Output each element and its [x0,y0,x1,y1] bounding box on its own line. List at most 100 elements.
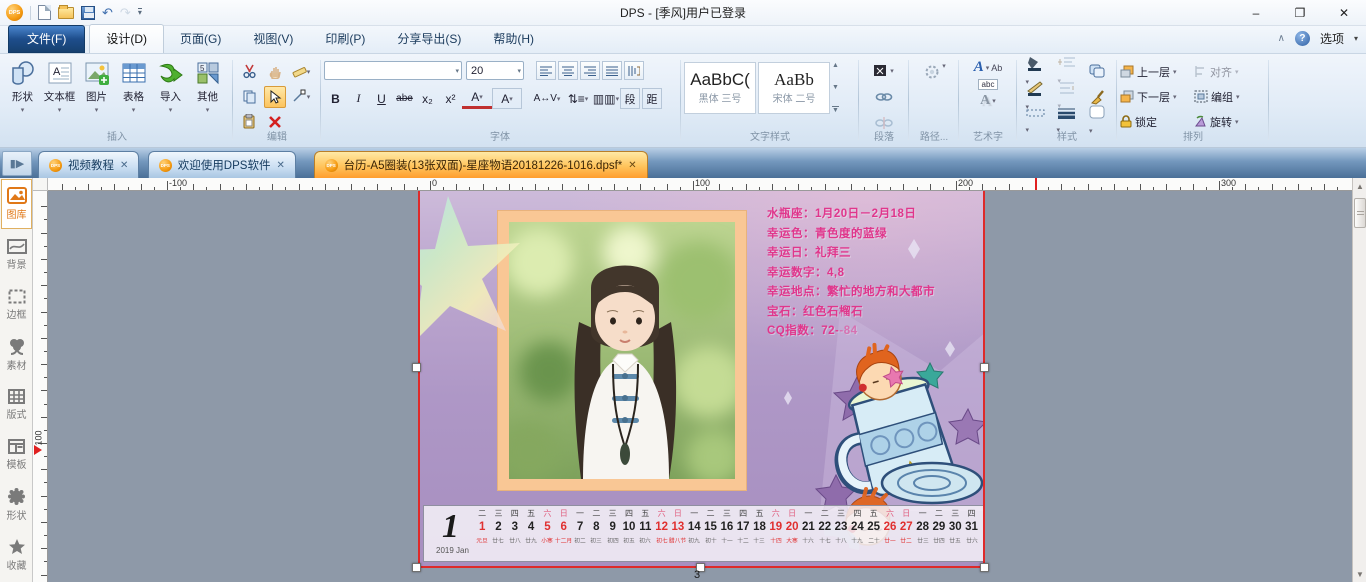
yellow-star [896,460,930,495]
font-name-combo[interactable]: ▾ [324,61,462,80]
styles-more-icon[interactable]: ▼ [832,106,839,114]
pan-hand-icon[interactable] [264,61,286,83]
maximize-button[interactable]: ❐ [1278,0,1322,26]
menu-tab-设计(D)[interactable]: 设计(D) [89,24,164,53]
format-painter-icon[interactable] [1090,89,1106,105]
selection-handle-left[interactable] [412,363,421,372]
calendar-strip[interactable]: 1 2019 Jan 二 1 元旦 三 2 廿七 四 3 廿八 五 4 廿九 六 5 小寒 日 6 十二月 一 7 初二… [423,505,983,562]
straight-text-icon[interactable]: abc [977,79,999,90]
sidebar-item-素材[interactable]: 素材 [0,330,33,380]
spacing-dialog-button[interactable]: 距 [642,88,662,109]
selection-handle-bottom-left[interactable] [412,563,421,572]
align-center-icon[interactable] [558,61,578,80]
close-button[interactable]: ✕ [1322,0,1366,26]
wordart-a-icon[interactable]: A [974,59,984,76]
scroll-down-icon[interactable]: ▼ [1354,567,1366,581]
text-wrap-icon[interactable]: ▾ [871,60,897,82]
measure-icon[interactable]: ▾ [290,61,312,83]
sidebar-item-背景[interactable]: 背景 [0,230,33,280]
girl-photo[interactable] [509,222,735,479]
doc-tab-active[interactable]: DPS 台历-A5圈装(13张双面)-星座物语20181226-1016.dpsf… [313,151,648,178]
align-left-icon[interactable] [536,61,556,80]
insert-表格-button[interactable]: 表格 ▾ [115,56,152,114]
menu-tab-帮助(H)[interactable]: 帮助(H) [477,25,550,53]
node-edit-icon[interactable]: ▾ [290,86,312,108]
bold-button[interactable]: B [324,88,347,109]
design-canvas[interactable]: 水瓶座：1月20日－2月18日 幸运色：青色度的蓝绿 幸运日：礼拜三 幸运数字：4,8… [48,191,1352,582]
text-style-card-2[interactable]: AaBb 宋体 二号 [758,62,830,114]
sidebar-item-版式[interactable]: 版式 [0,380,33,430]
collapse-ribbon-icon[interactable]: ∧ [1278,33,1285,44]
selection-handle-bottom-right[interactable] [980,563,989,572]
scrollbar-thumb[interactable] [1354,198,1366,228]
menu-tab-视图(V)[interactable]: 视图(V) [237,25,309,53]
menu-tab-页面(G)[interactable]: 页面(G) [164,25,237,53]
cut-icon[interactable] [238,61,260,83]
text-shadow-caret-icon[interactable]: ▾ [992,97,996,105]
menu-tab-文件(F)[interactable]: 文件(F) [8,25,86,53]
text-style-card-1[interactable]: AaBbC(黑体 三号 [684,62,756,114]
bring-forward-button[interactable]: 上一层 ▾ [1120,62,1194,82]
subscript-button[interactable]: x₂ [416,88,439,109]
insert-形状-button[interactable]: 形状 ▾ [4,56,41,114]
menu-tab-印刷(P)[interactable]: 印刷(P) [309,25,381,53]
char-scale-button[interactable]: A ▾ [492,88,522,109]
path-caret-icon[interactable]: ▾ [942,62,946,82]
underline-button[interactable]: U [370,88,393,109]
send-backward-button[interactable]: 下一层 ▾ [1120,87,1194,107]
doc-tab[interactable]: DPS 欢迎使用DPS软件 ✕ [147,151,296,178]
insert-文本框-button[interactable]: A 文本框 ▾ [41,56,78,114]
group-objects-button[interactable]: 编组 ▾ [1194,87,1264,107]
superscript-button[interactable]: x² [439,88,462,109]
doc-tab[interactable]: DPS 视频教程 ✕ [38,151,140,178]
align-right-icon[interactable] [580,61,600,80]
selection-handle-right[interactable] [980,363,989,372]
tab-close-icon[interactable]: ✕ [628,160,636,171]
wordart-caret-icon[interactable]: ▾ [986,64,990,72]
line-spacing-button[interactable]: ⇅≡ ▾ [564,88,592,109]
strikethrough-button[interactable]: abe [393,88,416,109]
calendar-page[interactable]: 水瓶座：1月20日－2月18日 幸运色：青色度的蓝绿 幸运日：礼拜三 幸运数字：4,8… [418,191,985,568]
select-cursor-icon[interactable] [264,85,286,108]
scroll-up-icon[interactable]: ▲ [1354,179,1366,193]
sidebar-item-边框[interactable]: 边框 [0,280,33,330]
sidebar-item-收藏[interactable]: 收藏 [0,530,33,580]
tab-close-icon[interactable]: ✕ [120,160,128,171]
menu-tab-分享导出(S)[interactable]: 分享导出(S) [381,25,477,53]
styles-scroll-down-icon[interactable]: ▼ [832,84,839,91]
sidebar-item-形状[interactable]: 形状 [0,480,33,530]
path-gear-icon[interactable] [922,62,942,82]
char-spacing-button[interactable]: A↔V ▾ [530,88,564,109]
paragraph-dialog-button[interactable]: 段 [620,88,640,109]
insert-图片-button[interactable]: 图片 ▾ [78,56,115,114]
help-icon[interactable]: ? [1294,31,1310,46]
align-objects-button[interactable]: 对齐 ▾ [1194,62,1264,82]
text-shadow-icon[interactable]: A [980,93,990,109]
vertical-scrollbar[interactable]: ▲ ▼ [1352,178,1366,582]
styles-scroll-up-icon[interactable]: ▲ [832,62,839,69]
link-icon[interactable] [871,86,897,108]
sidebar-item-图库[interactable]: 图库 [1,179,32,229]
ribbon-group-style: ▾ ▾ ▾ ▾ ▾ ▾ ▾ 样式 [1020,56,1114,144]
font-color-button[interactable]: A ▾ [462,88,492,109]
change-case-icon[interactable]: Ab [991,63,1002,73]
weekday-label: 三 [951,509,960,518]
distribute-icon[interactable]: ▾ [1058,81,1076,113]
copy-icon[interactable] [238,86,260,108]
options-button[interactable]: 选项 [1320,30,1344,47]
font-size-combo[interactable]: 20 ▾ [466,61,524,80]
sidebar-item-模板[interactable]: 模板 [0,430,33,480]
options-caret-icon[interactable]: ▾ [1354,34,1358,43]
horoscope-text-block[interactable]: 水瓶座：1月20日－2月18日 幸运色：青色度的蓝绿 幸运日：礼拜三 幸运数字：4,8… [767,205,977,342]
insert-导入-button[interactable]: 导入 ▾ [152,56,189,114]
photo-frame[interactable] [497,210,747,491]
align-justify-icon[interactable] [602,61,622,80]
panel-expander-button[interactable]: ▮▶ [2,151,32,176]
columns-button[interactable]: ▥▥ ▾ [592,88,620,109]
minimize-button[interactable]: – [1234,0,1278,26]
duplicate-style-icon[interactable] [1089,64,1106,79]
insert-其他-button[interactable]: 5 其他 ▾ [189,56,226,114]
italic-button[interactable]: I [347,88,370,109]
vertical-text-icon[interactable] [624,61,644,80]
tab-close-icon[interactable]: ✕ [276,160,284,171]
